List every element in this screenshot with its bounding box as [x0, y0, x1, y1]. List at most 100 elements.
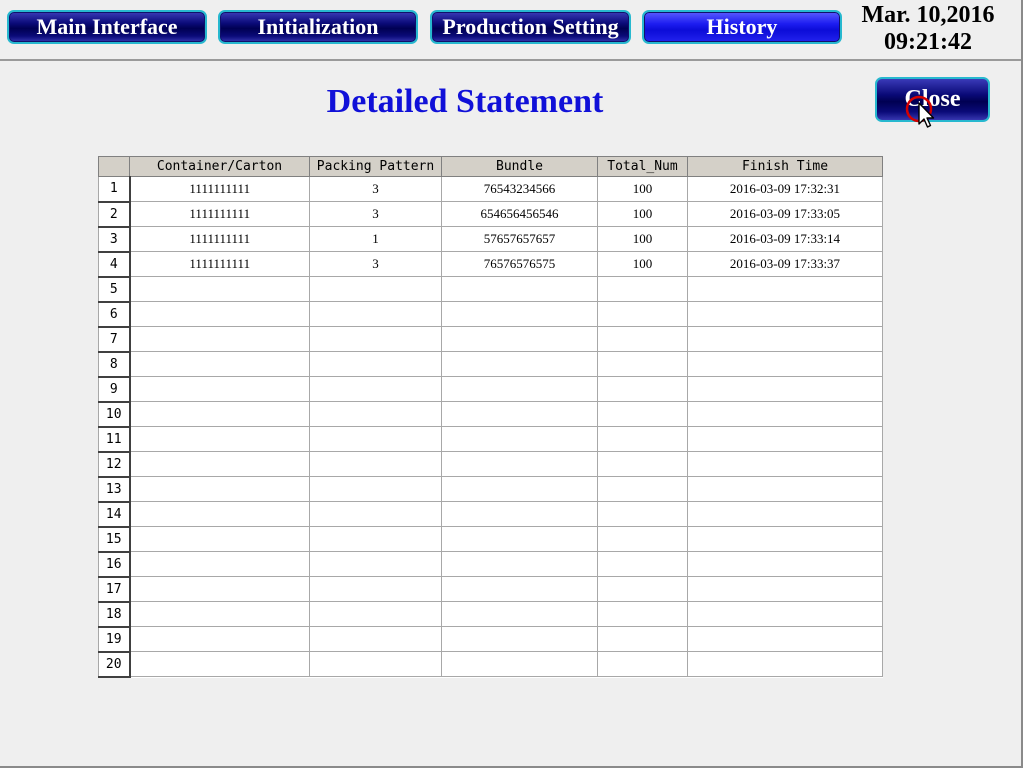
main-interface-button[interactable]: Main Interface — [7, 10, 207, 44]
table-cell[interactable] — [129, 501, 310, 527]
table-row[interactable]: 3 1111111111 1 57657657657 100 2016-03-09 17:… — [98, 226, 883, 253]
table-cell[interactable] — [309, 276, 442, 302]
table-cell[interactable]: 2016-03-09 17:32:31 — [687, 176, 883, 202]
table-cell[interactable] — [687, 326, 883, 352]
table-cell[interactable]: 3 — [309, 201, 442, 227]
table-cell[interactable] — [309, 501, 442, 527]
table-cell[interactable] — [129, 376, 310, 402]
table-cell[interactable] — [129, 351, 310, 377]
table-cell[interactable] — [129, 326, 310, 352]
table-cell[interactable] — [309, 301, 442, 327]
table-cell[interactable] — [687, 451, 883, 477]
table-cell[interactable] — [129, 651, 310, 677]
table-cell[interactable]: 100 — [597, 176, 688, 202]
table-cell[interactable]: 100 — [597, 201, 688, 227]
table-cell[interactable] — [309, 576, 442, 602]
table-row[interactable]: 11 — [98, 426, 883, 453]
table-cell[interactable]: 100 — [597, 226, 688, 252]
table-cell[interactable] — [441, 326, 598, 352]
table-cell[interactable] — [129, 401, 310, 427]
table-cell[interactable] — [441, 426, 598, 452]
table-cell[interactable] — [309, 476, 442, 502]
table-cell[interactable] — [597, 626, 688, 652]
table-cell[interactable]: 654656456546 — [441, 201, 598, 227]
table-cell[interactable] — [129, 626, 310, 652]
table-row[interactable]: 19 — [98, 626, 883, 653]
table-row[interactable]: 13 — [98, 476, 883, 503]
table-cell[interactable] — [129, 301, 310, 327]
table-cell[interactable] — [441, 576, 598, 602]
table-cell[interactable] — [129, 426, 310, 452]
table-cell[interactable] — [597, 301, 688, 327]
table-cell[interactable] — [441, 451, 598, 477]
table-cell[interactable]: 1111111111 — [129, 176, 310, 202]
table-cell[interactable] — [309, 626, 442, 652]
table-cell[interactable] — [687, 576, 883, 602]
table-cell[interactable] — [597, 601, 688, 627]
table-cell[interactable] — [597, 376, 688, 402]
table-cell[interactable] — [597, 551, 688, 577]
table-cell[interactable] — [597, 651, 688, 677]
initialization-button[interactable]: Initialization — [218, 10, 418, 44]
table-cell[interactable]: 3 — [309, 251, 442, 277]
table-cell[interactable] — [129, 451, 310, 477]
table-cell[interactable] — [597, 576, 688, 602]
table-cell[interactable] — [309, 376, 442, 402]
table-row[interactable]: 14 — [98, 501, 883, 528]
table-row[interactable]: 18 — [98, 601, 883, 628]
table-cell[interactable] — [597, 526, 688, 552]
table-cell[interactable]: 1111111111 — [129, 226, 310, 252]
table-cell[interactable] — [441, 401, 598, 427]
table-cell[interactable] — [597, 426, 688, 452]
table-row[interactable]: 20 — [98, 651, 883, 678]
close-button[interactable]: Close — [875, 77, 990, 122]
table-cell[interactable] — [687, 351, 883, 377]
table-cell[interactable] — [309, 601, 442, 627]
column-header[interactable]: Packing Pattern — [309, 156, 442, 177]
table-cell[interactable] — [309, 326, 442, 352]
table-cell[interactable]: 57657657657 — [441, 226, 598, 252]
table-cell[interactable] — [441, 376, 598, 402]
table-row[interactable]: 8 — [98, 351, 883, 378]
table-row[interactable]: 5 — [98, 276, 883, 303]
table-cell[interactable] — [441, 601, 598, 627]
table-cell[interactable] — [687, 526, 883, 552]
table-cell[interactable]: 2016-03-09 17:33:37 — [687, 251, 883, 277]
table-cell[interactable] — [129, 276, 310, 302]
table-cell[interactable] — [309, 651, 442, 677]
table-cell[interactable] — [129, 601, 310, 627]
table-cell[interactable]: 1111111111 — [129, 251, 310, 277]
table-cell[interactable] — [441, 626, 598, 652]
column-header[interactable]: Bundle — [441, 156, 598, 177]
table-cell[interactable] — [129, 576, 310, 602]
table-cell[interactable] — [441, 351, 598, 377]
table-cell[interactable] — [597, 276, 688, 302]
table-cell[interactable] — [441, 501, 598, 527]
table-cell[interactable] — [597, 476, 688, 502]
table-cell[interactable] — [309, 526, 442, 552]
table-cell[interactable] — [687, 376, 883, 402]
table-cell[interactable] — [309, 451, 442, 477]
table-cell[interactable] — [687, 476, 883, 502]
history-button[interactable]: History — [642, 10, 842, 44]
table-cell[interactable] — [687, 501, 883, 527]
column-header[interactable]: Container/Carton — [129, 156, 310, 177]
table-row[interactable]: 4 1111111111 3 76576576575 100 2016-03-09 17:… — [98, 251, 883, 278]
table-cell[interactable] — [441, 551, 598, 577]
column-header[interactable]: Total_Num — [597, 156, 688, 177]
column-header[interactable]: Finish Time — [687, 156, 883, 177]
table-cell[interactable] — [441, 651, 598, 677]
table-cell[interactable] — [129, 551, 310, 577]
table-cell[interactable] — [309, 551, 442, 577]
table-cell[interactable] — [597, 401, 688, 427]
table-cell[interactable] — [309, 401, 442, 427]
production-setting-button[interactable]: Production Setting — [430, 10, 631, 44]
table-cell[interactable] — [687, 551, 883, 577]
table-row[interactable]: 15 — [98, 526, 883, 553]
table-cell[interactable] — [441, 276, 598, 302]
table-row[interactable]: 16 — [98, 551, 883, 578]
table-cell[interactable] — [597, 501, 688, 527]
table-row[interactable]: 10 — [98, 401, 883, 428]
table-cell[interactable] — [597, 326, 688, 352]
table-cell[interactable] — [687, 401, 883, 427]
